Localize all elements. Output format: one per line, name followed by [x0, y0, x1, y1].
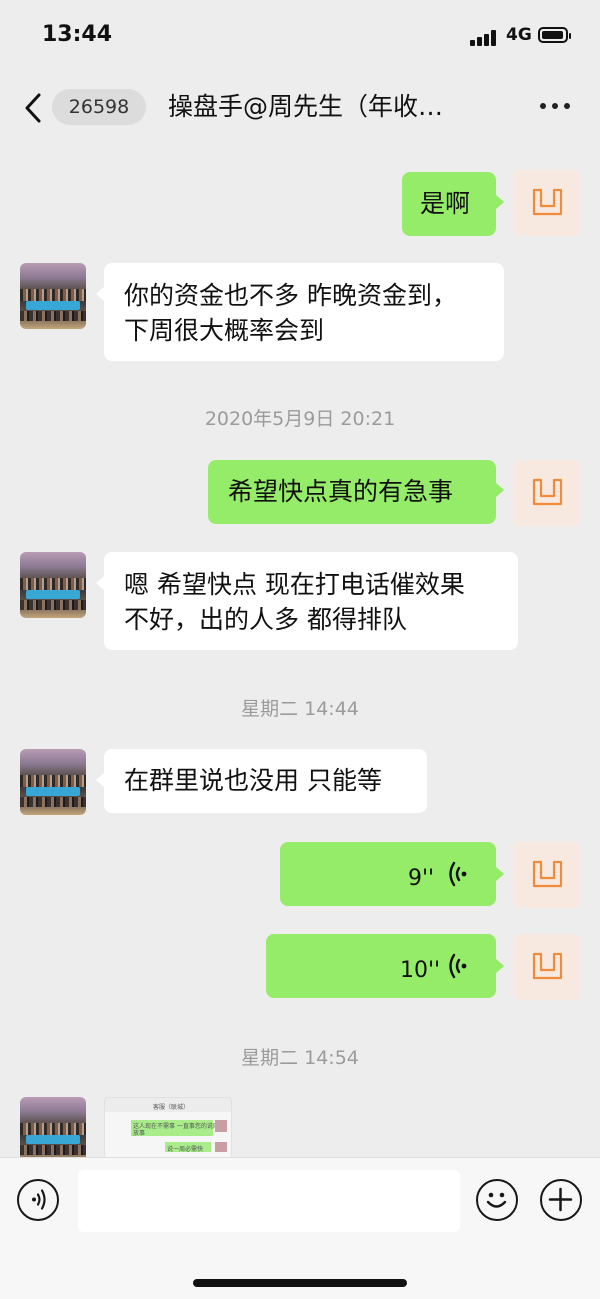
message-input[interactable] [78, 1170, 460, 1232]
message-text: 在群里说也没用 只能等 [124, 766, 382, 795]
timestamp: 2020年5月9日 20:21 [204, 408, 396, 430]
avatar-glyph-icon [532, 188, 563, 216]
my-avatar[interactable] [514, 842, 580, 908]
thumbnail-header-text: 客服（联城） [153, 1104, 190, 1111]
message-bubble-received[interactable]: 你的资金也不多 昨晚资金到， 下周很大概率会到 [104, 263, 504, 361]
plus-icon [548, 1187, 573, 1212]
contact-avatar[interactable] [20, 749, 86, 815]
unread-count-badge[interactable]: 26598 [52, 89, 146, 125]
contact-avatar[interactable] [20, 263, 86, 329]
emoji-button[interactable] [476, 1179, 518, 1221]
message-text-line: 你的资金也不多 昨晚资金到， [124, 281, 457, 310]
back-button[interactable] [22, 91, 48, 125]
avatar-glyph-icon [532, 952, 563, 980]
signal-icon [470, 30, 500, 46]
chevron-left-icon [25, 93, 41, 123]
voice-wave-icon [449, 861, 467, 887]
contact-avatar[interactable] [20, 1097, 86, 1163]
voice-message-bubble[interactable]: 10'' [266, 934, 496, 998]
message-text-line: 不好，出的人多 都得排队 [124, 605, 407, 634]
voice-input-icon [32, 1189, 46, 1210]
thumbnail-text-line: 说一周必需快 [167, 1146, 204, 1153]
message-bubble-received[interactable]: 在群里说也没用 只能等 [104, 749, 427, 813]
my-avatar[interactable] [514, 934, 580, 1000]
voice-message-bubble[interactable]: 9'' [280, 842, 496, 906]
chat-header: 26598 操盘手@周先生（年收… [0, 75, 600, 140]
message-text-line: 嗯 希望快点 现在打电话催效果 [124, 570, 465, 599]
contact-avatar[interactable] [20, 552, 86, 618]
timestamp: 星期二 14:54 [241, 1047, 359, 1069]
message-bubble-sent[interactable]: 希望快点真的有急事 [208, 460, 496, 524]
more-button[interactable] [538, 103, 572, 113]
message-text: 希望快点真的有急事 [228, 477, 454, 506]
thumbnail-text-line: 放事 [133, 1130, 146, 1137]
voice-input-button[interactable] [17, 1179, 59, 1221]
avatar-glyph-icon [532, 478, 563, 506]
timestamp: 星期二 14:44 [241, 698, 359, 720]
emoji-icon [486, 1192, 507, 1208]
battery-icon [538, 27, 571, 43]
status-bar: 13:44 4G [0, 0, 600, 75]
image-message-thumbnail[interactable]: 客服（联城） 这人现在不需事 一直事您的说同 放事 说一周必需快 [104, 1097, 232, 1159]
message-text: 是啊 [420, 189, 471, 218]
avatar-glyph-icon [532, 860, 563, 888]
voice-duration: 9'' [408, 866, 435, 891]
voice-duration: 10'' [400, 958, 441, 983]
chat-title: 操盘手@周先生（年收… [168, 92, 444, 121]
message-bubble-sent[interactable]: 是啊 [402, 172, 496, 236]
status-time: 13:44 [42, 22, 113, 47]
message-text-line: 下周很大概率会到 [124, 316, 325, 345]
voice-wave-icon [449, 953, 467, 979]
more-dots-icon [540, 103, 546, 109]
input-bar [0, 1157, 600, 1299]
more-functions-button[interactable] [540, 1179, 582, 1221]
home-indicator[interactable] [193, 1279, 407, 1287]
network-type: 4G [506, 25, 532, 45]
thumbnail-text-line: 这人现在不需事 一直事您的说同 [133, 1123, 219, 1130]
my-avatar[interactable] [514, 170, 580, 236]
my-avatar[interactable] [514, 460, 580, 526]
message-bubble-received[interactable]: 嗯 希望快点 现在打电话催效果 不好，出的人多 都得排队 [104, 552, 518, 650]
